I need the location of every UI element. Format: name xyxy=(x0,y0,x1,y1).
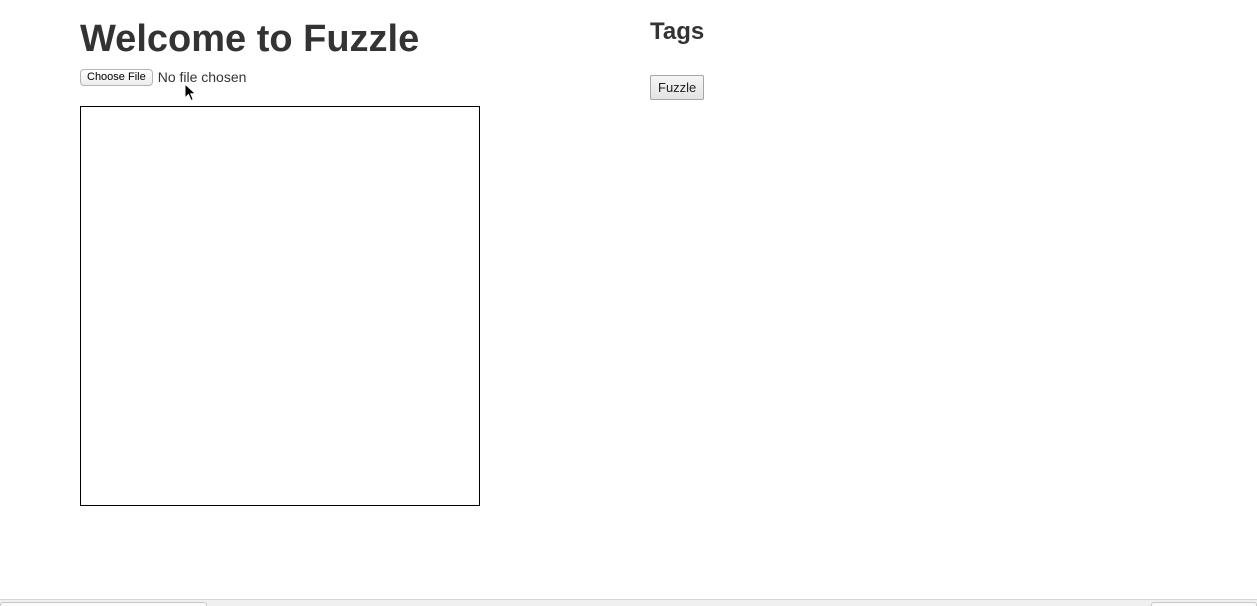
choose-file-button[interactable]: Choose File xyxy=(80,68,153,86)
image-canvas[interactable] xyxy=(80,106,480,506)
scrollbar-right-segment xyxy=(1151,602,1257,606)
scrollbar-left-segment xyxy=(0,602,207,606)
file-status-text: No file chosen xyxy=(157,69,247,85)
mouse-pointer-icon xyxy=(184,83,197,102)
page: Welcome to Fuzzle Choose File No file ch… xyxy=(0,0,1257,606)
bottom-scrollbar[interactable] xyxy=(0,599,1257,606)
tags-heading: Tags xyxy=(650,18,705,45)
fuzzle-button[interactable]: Fuzzle xyxy=(650,75,705,100)
file-upload: Choose File No file chosen xyxy=(80,68,246,86)
page-title: Welcome to Fuzzle xyxy=(80,18,420,60)
